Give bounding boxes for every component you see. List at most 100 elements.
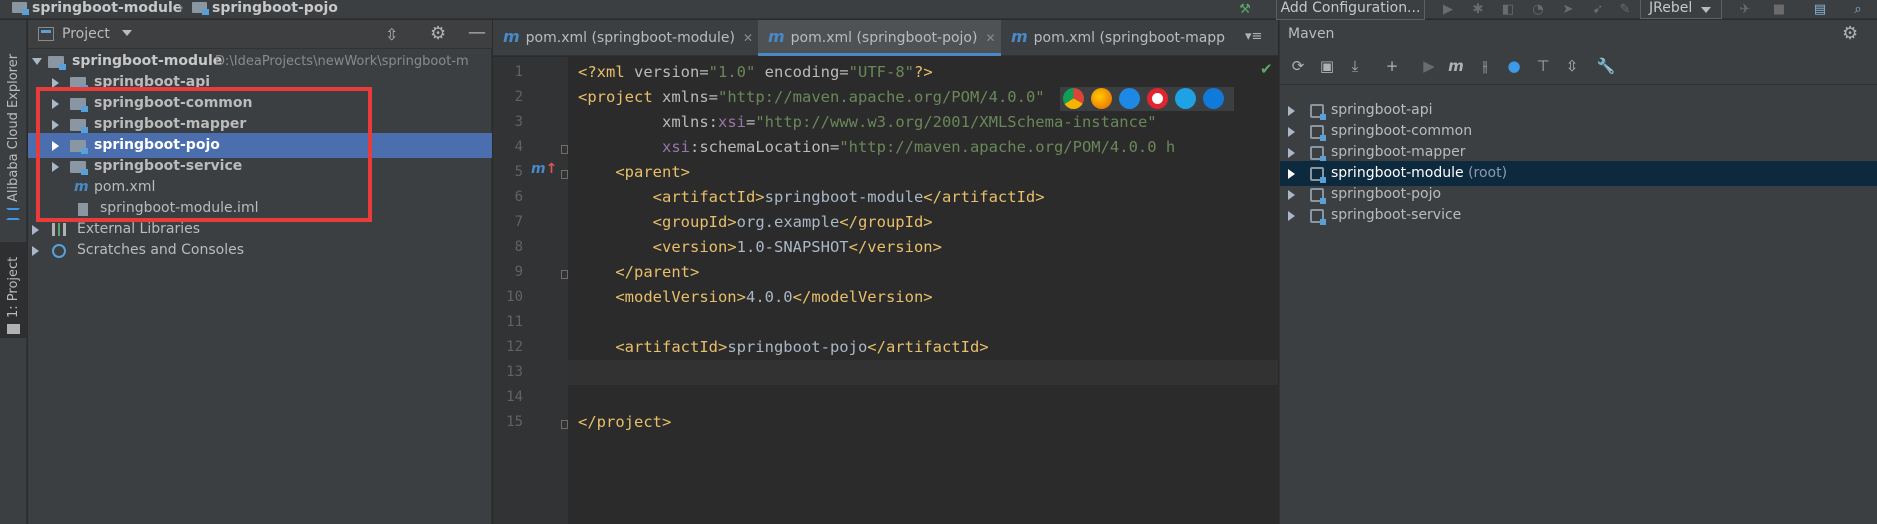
- run-icon[interactable]: ▶: [1440, 2, 1456, 17]
- search-everywhere-icon[interactable]: ⌕: [1850, 2, 1866, 17]
- code-editor[interactable]: <?xml version="1.0" encoding="UTF-8"?> <…: [568, 57, 1278, 524]
- breadcrumb-root[interactable]: springboot-module: [12, 0, 182, 19]
- tab-pom-springboot-mapper[interactable]: m pom.xml (springboot-mapp: [1001, 20, 1244, 56]
- expand-arrow-icon[interactable]: [1288, 127, 1295, 137]
- line-number: 14: [506, 389, 523, 405]
- maven-file-icon: m: [1011, 27, 1028, 46]
- gear-icon[interactable]: ⚙: [1842, 20, 1858, 48]
- firefox-icon[interactable]: [1091, 88, 1112, 109]
- fold-icon[interactable]: [561, 145, 568, 154]
- tab-pom-springboot-pojo[interactable]: m pom.xml (springboot-pojo) ✕: [758, 20, 1001, 56]
- line-number: 7: [514, 214, 523, 230]
- sync-icon[interactable]: ✈: [1737, 2, 1753, 17]
- toggle-offline-icon[interactable]: ⫲: [1475, 56, 1495, 76]
- coverage-icon[interactable]: ◧: [1500, 2, 1516, 17]
- maven-panel-title: Maven: [1288, 26, 1335, 42]
- current-line-highlight: [568, 360, 1278, 385]
- alibaba-cloud-icon: [6, 208, 20, 220]
- close-icon[interactable]: ✕: [743, 31, 753, 45]
- attach-icon[interactable]: ✎: [1617, 2, 1633, 17]
- expand-arrow-icon[interactable]: [32, 246, 39, 256]
- chrome-icon[interactable]: [1063, 88, 1084, 109]
- tab-label: pom.xml (springboot-mapp: [1033, 30, 1226, 46]
- fold-icon[interactable]: [561, 420, 568, 429]
- browser-popup: [1060, 87, 1234, 111]
- skip-tests-icon[interactable]: ●: [1504, 56, 1524, 76]
- profile-icon[interactable]: ◔: [1530, 2, 1546, 17]
- code-line: xsi:schemaLocation="http://maven.apache.…: [662, 138, 1176, 156]
- add-icon[interactable]: +: [1382, 56, 1402, 76]
- expand-arrow-icon[interactable]: [1288, 169, 1295, 179]
- maven-project-service[interactable]: springboot-service: [1280, 203, 1877, 228]
- ie-icon[interactable]: [1175, 88, 1196, 109]
- alibaba-cloud-explorer-tab[interactable]: Alibaba Cloud Explorer: [6, 54, 21, 202]
- maven-toolbar: ⟳ ▣ ⤓ + ▶ m ⫲ ● ⊤ ⇳ 🔧: [1280, 48, 1877, 85]
- jrebel-label: JRebel: [1649, 0, 1693, 16]
- line-number: 4: [514, 139, 523, 155]
- fold-icon[interactable]: [561, 270, 568, 279]
- jrebel-run-icon[interactable]: ➤: [1560, 2, 1576, 17]
- opera-icon[interactable]: [1147, 88, 1168, 109]
- code-line: <artifactId>springboot-module</artifactI…: [652, 188, 1045, 206]
- expand-arrow-icon[interactable]: [32, 58, 42, 65]
- maven-file-icon: m: [503, 27, 520, 46]
- collapse-all-icon[interactable]: ⇳: [385, 25, 398, 44]
- maven-module-icon: [1310, 209, 1326, 225]
- maven-module-icon: [1310, 167, 1326, 183]
- line-number: 12: [506, 339, 523, 355]
- maven-module-icon: [1310, 125, 1326, 141]
- code-line: </project>: [578, 413, 672, 431]
- navigation-bar: springboot-module › springboot-pojo ⚒ Ad…: [0, 0, 1877, 20]
- debug-icon[interactable]: ✱: [1470, 2, 1486, 17]
- maven-panel: Maven ⚙ ⟳ ▣ ⤓ + ▶ m ⫲ ● ⊤ ⇳ 🔧 springboot…: [1279, 20, 1877, 524]
- jrebel-dropdown[interactable]: JRebel: [1640, 0, 1722, 19]
- show-dependencies-icon[interactable]: ⊤: [1533, 56, 1553, 76]
- reload-icon[interactable]: ⟳: [1288, 56, 1308, 76]
- build-hammer-icon[interactable]: ⚒: [1237, 2, 1253, 17]
- expand-arrow-icon[interactable]: [1288, 211, 1295, 221]
- add-configuration-button[interactable]: Add Configuration...: [1276, 0, 1425, 20]
- fold-icon[interactable]: [561, 170, 568, 179]
- tab-pom-springboot-module[interactable]: m pom.xml (springboot-module) ✕: [493, 20, 758, 56]
- inspection-ok-icon[interactable]: ✔: [1260, 60, 1273, 78]
- line-number: 2: [514, 89, 523, 105]
- line-number: 5: [514, 164, 523, 180]
- run-icon[interactable]: ▶: [1419, 56, 1439, 76]
- gear-icon[interactable]: ⚙: [430, 23, 446, 44]
- line-number: 11: [506, 314, 523, 330]
- project-view-selector[interactable]: Project: [62, 20, 133, 48]
- code-line: </parent>: [615, 263, 700, 281]
- execute-goal-icon[interactable]: m: [1446, 56, 1466, 76]
- tab-overflow-icon[interactable]: ▾≡: [1245, 29, 1262, 44]
- project-tool-tab[interactable]: 1: Project: [0, 242, 27, 338]
- breadcrumb-root-label: springboot-module: [32, 0, 183, 16]
- breadcrumb-current-label: springboot-pojo: [212, 0, 338, 16]
- expand-arrow-icon[interactable]: [1288, 148, 1295, 158]
- expand-arrow-icon[interactable]: [1288, 106, 1295, 116]
- project-structure-icon[interactable]: ▤: [1812, 2, 1828, 17]
- breadcrumb-current[interactable]: springboot-pojo: [192, 0, 338, 19]
- tab-label: pom.xml (springboot-pojo): [790, 30, 978, 46]
- override-parent-icon[interactable]: m↑: [531, 161, 557, 177]
- maven-project-name: springboot-module: [1331, 165, 1464, 181]
- code-line: <project xmlns="http://maven.apache.org/…: [578, 88, 1045, 106]
- code-line: <?xml version="1.0" encoding="UTF-8"?>: [578, 63, 933, 81]
- generate-sources-icon[interactable]: ▣: [1317, 56, 1337, 76]
- maven-module-icon: [1310, 104, 1326, 120]
- maven-module-icon: [1310, 188, 1326, 204]
- jrebel-debug-icon[interactable]: ➹: [1590, 2, 1606, 17]
- maven-project-name: springboot-service: [1331, 207, 1462, 223]
- stop-icon[interactable]: ■: [1771, 2, 1787, 17]
- close-icon[interactable]: ✕: [985, 31, 995, 45]
- minimize-icon[interactable]: —: [468, 22, 486, 43]
- expand-arrow-icon[interactable]: [1288, 190, 1295, 200]
- expand-arrow-icon[interactable]: [32, 225, 39, 235]
- wrench-icon[interactable]: 🔧: [1596, 56, 1616, 76]
- collapse-all-icon[interactable]: ⇳: [1562, 56, 1582, 76]
- download-icon[interactable]: ⤓: [1345, 56, 1365, 76]
- scratches-icon: [52, 244, 66, 258]
- highlight-annotation-box: [36, 87, 372, 222]
- edge-icon[interactable]: [1203, 88, 1224, 109]
- safari-icon[interactable]: [1119, 88, 1140, 109]
- tree-scratches[interactable]: Scratches and Consoles: [28, 238, 492, 263]
